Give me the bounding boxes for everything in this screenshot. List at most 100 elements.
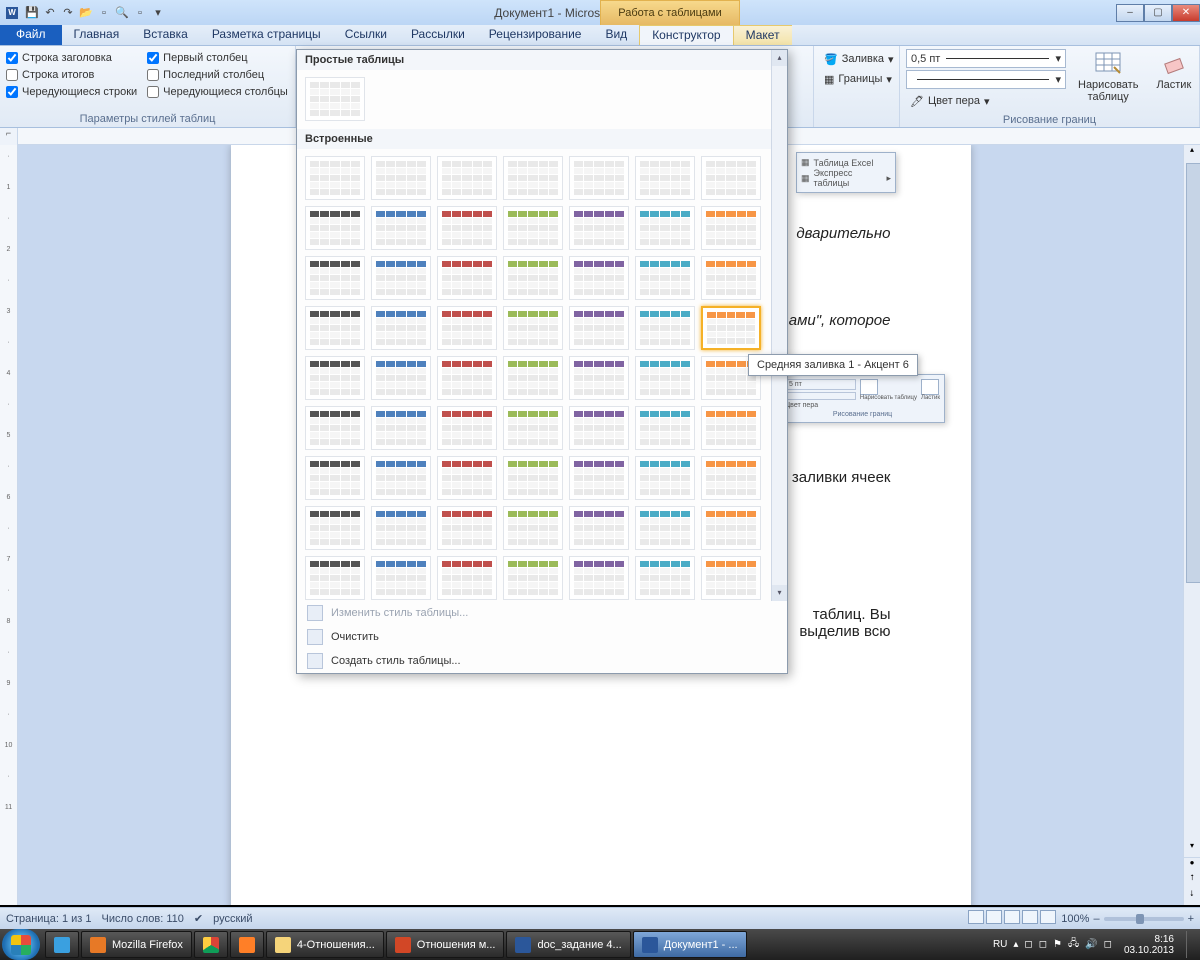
- table-style-thumb[interactable]: [305, 77, 365, 121]
- redo-icon[interactable]: ↷: [60, 5, 76, 21]
- table-style-thumb[interactable]: [503, 156, 563, 200]
- table-style-thumb[interactable]: [503, 456, 563, 500]
- zoom-in-icon[interactable]: +: [1188, 913, 1194, 925]
- tab-design[interactable]: Конструктор: [639, 25, 733, 45]
- tab-view[interactable]: Вид: [593, 25, 639, 45]
- tray-flag-icon[interactable]: ⚑: [1053, 939, 1062, 950]
- line-weight-select[interactable]: 0,5 пт▾: [906, 49, 1066, 68]
- taskbar-docA[interactable]: doc_задание 4...: [506, 931, 630, 958]
- zoom-out-icon[interactable]: –: [1093, 913, 1099, 925]
- chk-first-col[interactable]: Первый столбец: [147, 49, 288, 66]
- table-style-thumb[interactable]: [503, 506, 563, 550]
- table-style-thumb[interactable]: [635, 156, 695, 200]
- status-words[interactable]: Число слов: 110: [102, 913, 184, 925]
- qat-icon[interactable]: ▫: [132, 5, 148, 21]
- maximize-button[interactable]: ▢: [1144, 4, 1172, 22]
- table-style-thumb[interactable]: [569, 356, 629, 400]
- table-style-thumb[interactable]: [503, 406, 563, 450]
- print-preview-icon[interactable]: 🔍: [114, 5, 130, 21]
- table-style-thumb[interactable]: [371, 556, 431, 600]
- borders-button[interactable]: ▦ Границы ▾: [820, 69, 893, 89]
- tab-review[interactable]: Рецензирование: [477, 25, 594, 45]
- gallery-scrollbar[interactable]: ▴▾: [771, 50, 787, 601]
- table-style-thumb[interactable]: [437, 206, 497, 250]
- minimize-button[interactable]: –: [1116, 4, 1144, 22]
- table-style-thumb[interactable]: [569, 256, 629, 300]
- table-style-thumb[interactable]: [437, 456, 497, 500]
- tab-layout[interactable]: Макет: [734, 25, 792, 45]
- table-style-thumb[interactable]: [701, 306, 761, 350]
- table-style-thumb[interactable]: [635, 456, 695, 500]
- table-style-thumb[interactable]: [569, 156, 629, 200]
- table-style-thumb[interactable]: [305, 506, 365, 550]
- table-style-thumb[interactable]: [305, 206, 365, 250]
- table-style-thumb[interactable]: [635, 256, 695, 300]
- table-style-thumb[interactable]: [305, 256, 365, 300]
- tab-mailings[interactable]: Рассылки: [399, 25, 477, 45]
- table-style-thumb[interactable]: [635, 406, 695, 450]
- tray-volume-icon[interactable]: 🔊: [1085, 939, 1097, 950]
- save-icon[interactable]: 💾: [24, 5, 40, 21]
- table-style-thumb[interactable]: [503, 356, 563, 400]
- tab-insert[interactable]: Вставка: [131, 25, 200, 45]
- table-style-thumb[interactable]: [371, 306, 431, 350]
- table-style-thumb[interactable]: [305, 306, 365, 350]
- table-style-thumb[interactable]: [701, 406, 761, 450]
- table-style-thumb[interactable]: [371, 456, 431, 500]
- table-style-thumb[interactable]: [437, 556, 497, 600]
- chk-banded-cols[interactable]: Чередующиеся столбцы: [147, 83, 288, 100]
- tray-nvidia-icon[interactable]: ◻: [1024, 939, 1032, 950]
- close-button[interactable]: ✕: [1172, 4, 1200, 22]
- fill-button[interactable]: 🪣 Заливка ▾: [820, 49, 893, 69]
- show-desktop-button[interactable]: [1186, 931, 1194, 958]
- tab-home[interactable]: Главная: [62, 25, 132, 45]
- table-style-thumb[interactable]: [437, 406, 497, 450]
- table-style-thumb[interactable]: [569, 406, 629, 450]
- taskbar-media[interactable]: [230, 931, 264, 958]
- table-style-thumb[interactable]: [701, 506, 761, 550]
- taskbar-ie[interactable]: [45, 931, 79, 958]
- table-style-thumb[interactable]: [305, 156, 365, 200]
- tab-pagelayout[interactable]: Разметка страницы: [200, 25, 333, 45]
- zoom-value[interactable]: 100%: [1061, 913, 1089, 925]
- status-page[interactable]: Страница: 1 из 1: [6, 913, 92, 925]
- start-button[interactable]: [2, 929, 40, 960]
- line-style-select[interactable]: ▾: [906, 70, 1066, 89]
- vertical-ruler[interactable]: ·1·2·3·4·5·6·7·8·9·10·11: [0, 145, 18, 905]
- table-style-thumb[interactable]: [371, 256, 431, 300]
- table-style-thumb[interactable]: [701, 456, 761, 500]
- table-style-thumb[interactable]: [635, 306, 695, 350]
- chk-last-col[interactable]: Последний столбец: [147, 66, 288, 83]
- tab-references[interactable]: Ссылки: [333, 25, 399, 45]
- chk-total-row[interactable]: Строка итогов: [6, 66, 137, 83]
- status-spellcheck-icon[interactable]: ✔: [194, 912, 203, 925]
- table-style-thumb[interactable]: [305, 456, 365, 500]
- new-icon[interactable]: ▫: [96, 5, 112, 21]
- status-language[interactable]: русский: [213, 913, 252, 925]
- table-style-thumb[interactable]: [701, 256, 761, 300]
- tray-icon[interactable]: ▴: [1013, 939, 1018, 950]
- system-tray[interactable]: RU ▴ ◻ ◻ ⚑ 🖧 🔊 ◻ 8:1603.10.2013: [987, 931, 1200, 958]
- table-style-thumb[interactable]: [701, 206, 761, 250]
- taskbar-ppt[interactable]: Отношения м...: [386, 931, 505, 958]
- table-style-thumb[interactable]: [503, 306, 563, 350]
- table-style-thumb[interactable]: [569, 206, 629, 250]
- table-style-thumb[interactable]: [437, 506, 497, 550]
- table-style-thumb[interactable]: [371, 506, 431, 550]
- table-style-thumb[interactable]: [305, 556, 365, 600]
- tray-network-icon[interactable]: 🖧: [1068, 936, 1079, 953]
- qat-more-icon[interactable]: ▾: [150, 5, 166, 21]
- view-buttons[interactable]: [967, 910, 1057, 927]
- table-style-thumb[interactable]: [701, 156, 761, 200]
- zoom-slider[interactable]: [1104, 917, 1184, 921]
- table-style-thumb[interactable]: [569, 506, 629, 550]
- tab-file[interactable]: Файл: [0, 25, 62, 45]
- chk-banded-rows[interactable]: Чередующиеся строки: [6, 83, 137, 100]
- eraser-button[interactable]: Ластик: [1150, 49, 1197, 111]
- undo-icon[interactable]: ↶: [42, 5, 58, 21]
- table-style-thumb[interactable]: [305, 356, 365, 400]
- table-style-thumb[interactable]: [569, 306, 629, 350]
- table-style-thumb[interactable]: [437, 306, 497, 350]
- tray-other-icon[interactable]: ◻: [1104, 939, 1112, 950]
- table-style-thumb[interactable]: [635, 206, 695, 250]
